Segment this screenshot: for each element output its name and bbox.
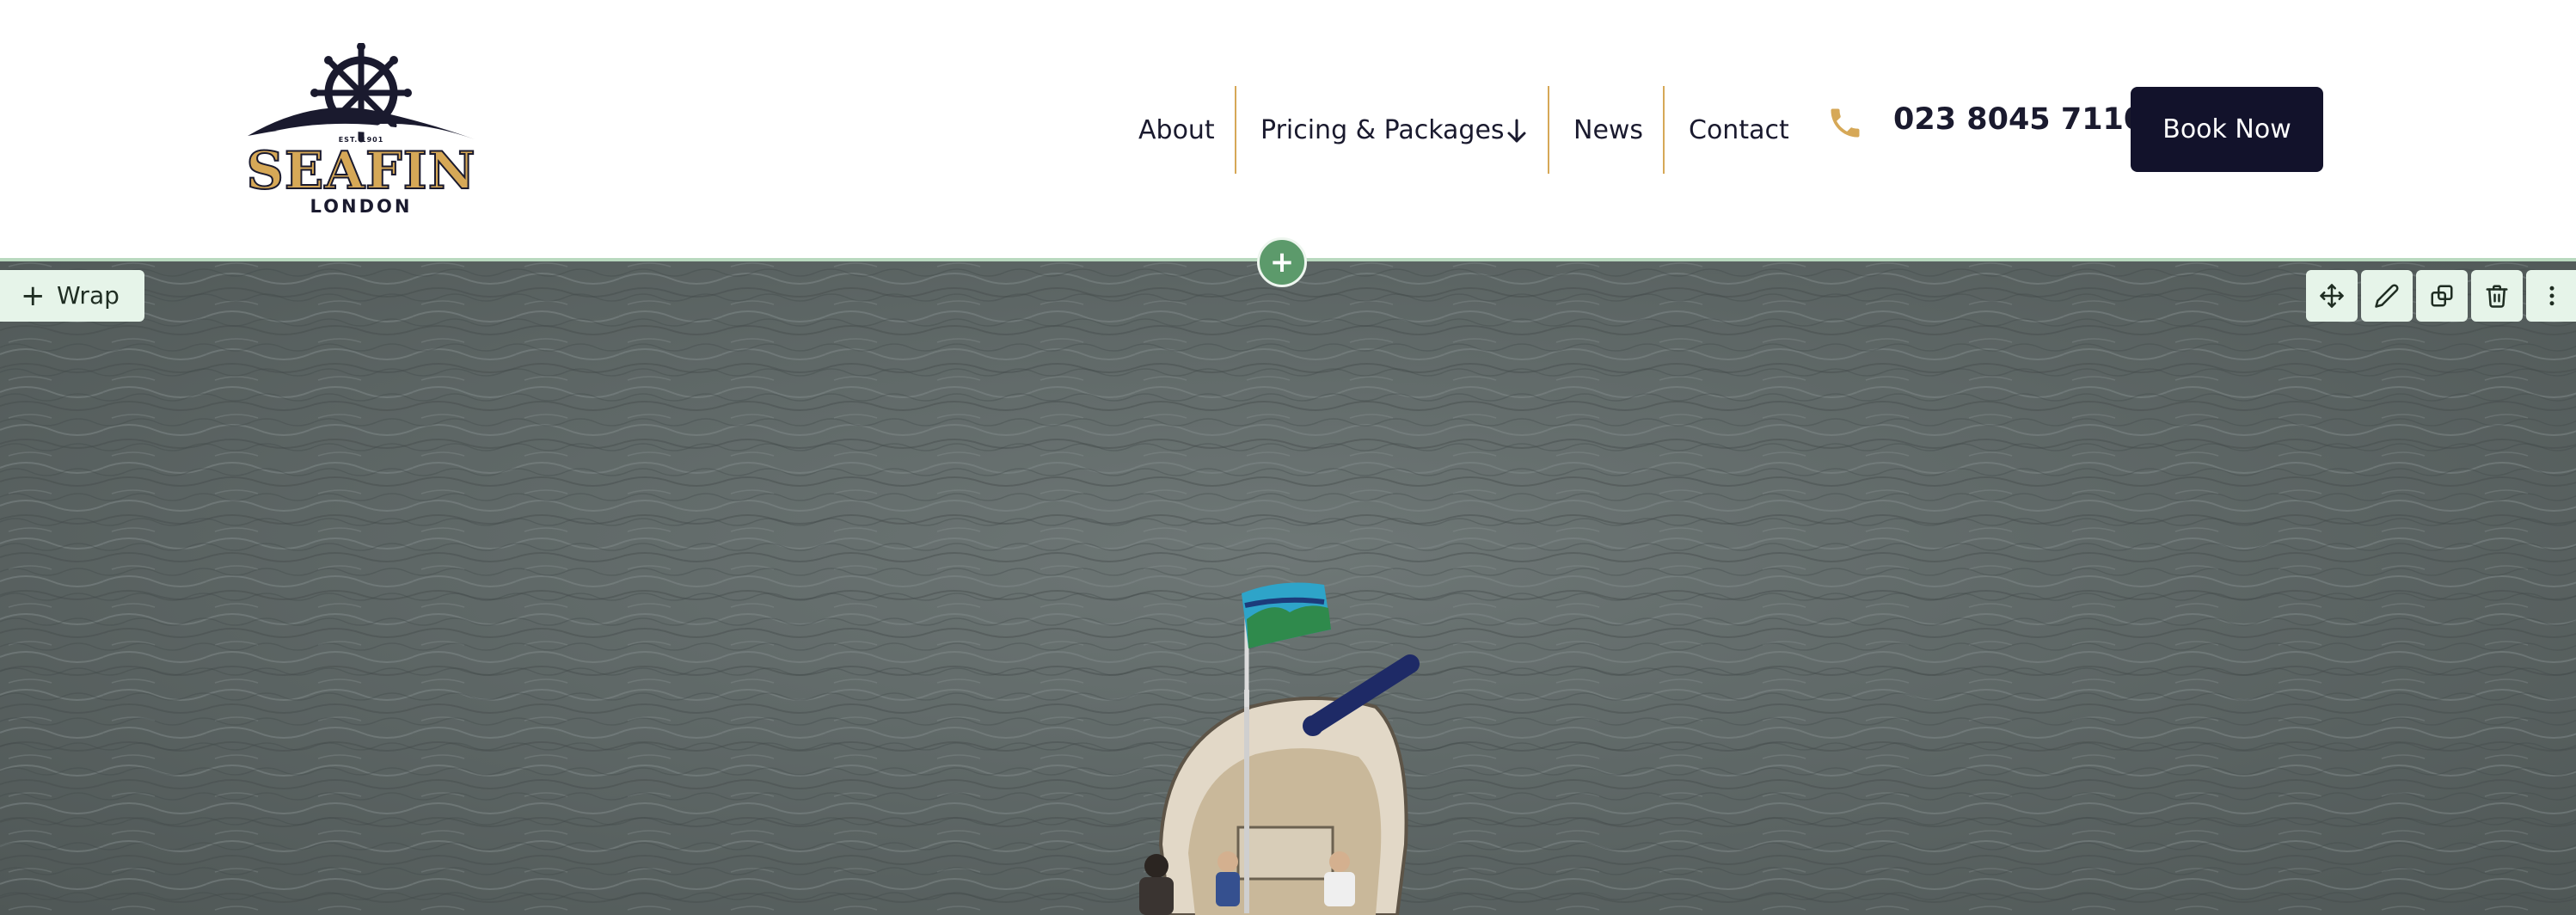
book-now-button[interactable]: Book Now (2131, 87, 2323, 172)
more-icon (2549, 286, 2555, 306)
phone-number-link[interactable]: 023 8045 7110 (1893, 98, 2144, 141)
plus-icon: + (1269, 245, 1295, 279)
move-icon (2320, 284, 2344, 308)
nav-divider (1663, 86, 1665, 174)
logo-wordmark: SEAFIN (245, 141, 476, 201)
hero-background-image (0, 260, 2576, 915)
nav-about[interactable]: About (1138, 112, 1215, 150)
duplicate-icon (2431, 285, 2453, 307)
arrow-down-icon[interactable] (1506, 119, 1527, 148)
delete-icon (2486, 285, 2508, 308)
add-section-button[interactable]: + (1257, 237, 1307, 287)
site-header: EST. 1901 SEAFIN LONDON About Pricing & … (0, 0, 2576, 260)
nav-pricing-packages[interactable]: Pricing & Packages (1260, 112, 1505, 150)
nav-contact[interactable]: Contact (1689, 112, 1789, 150)
nav-divider (1235, 86, 1236, 174)
delete-button[interactable] (2471, 270, 2523, 322)
wrap-button[interactable]: + Wrap (0, 270, 144, 322)
logo-subtitle: LONDON (310, 196, 413, 217)
wrap-label: Wrap (57, 281, 120, 310)
page: EST. 1901 SEAFIN LONDON About Pricing & … (0, 0, 2576, 915)
nav-divider (1548, 86, 1549, 174)
hero-section (0, 260, 2576, 915)
edit-icon (2375, 284, 2399, 308)
edit-button[interactable] (2361, 270, 2413, 322)
site-logo[interactable]: EST. 1901 SEAFIN LONDON (241, 43, 481, 219)
more-options-button[interactable] (2526, 270, 2576, 322)
phone-icon (1826, 104, 1864, 145)
ship-wheel-icon (248, 43, 475, 143)
plus-icon: + (21, 279, 46, 313)
nav-news[interactable]: News (1573, 112, 1643, 150)
duplicate-button[interactable] (2416, 270, 2468, 322)
move-button[interactable] (2306, 270, 2358, 322)
